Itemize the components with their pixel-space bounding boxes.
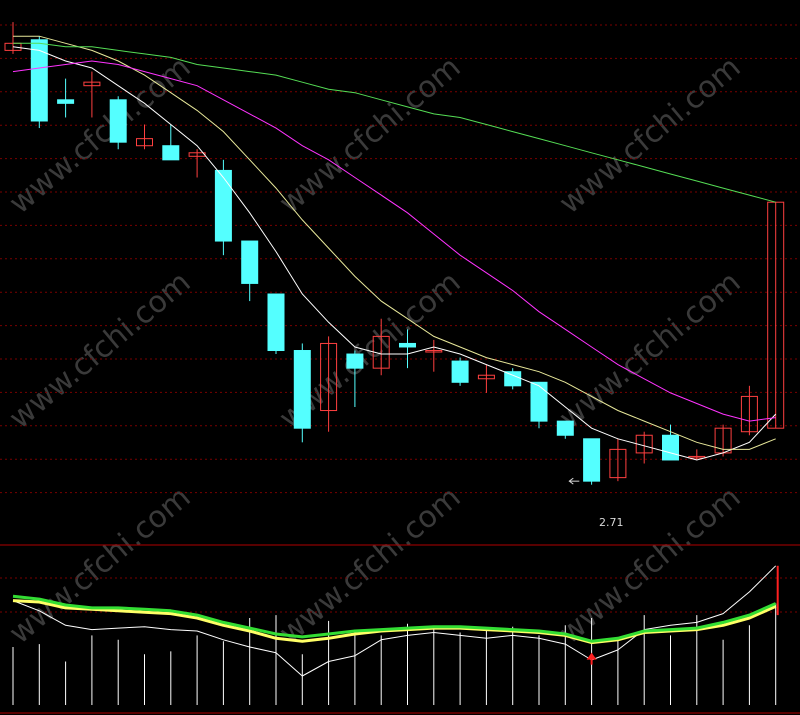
stock-chart: www.cfchi.com www.cfchi.com www.cfchi.com w… bbox=[0, 0, 800, 715]
candle-body bbox=[57, 99, 75, 104]
candle-body bbox=[556, 420, 574, 436]
candle-down bbox=[583, 438, 601, 485]
candle-body bbox=[162, 145, 180, 161]
candle-body bbox=[399, 342, 416, 348]
candle-body bbox=[662, 434, 679, 461]
candle-body bbox=[451, 360, 469, 383]
candle-body bbox=[346, 353, 364, 369]
candle-body bbox=[504, 371, 522, 387]
candle-down bbox=[530, 381, 548, 429]
candle-body bbox=[583, 438, 601, 482]
candle-down bbox=[504, 368, 522, 390]
low-price-label: 2.71 bbox=[599, 516, 624, 529]
candle-body bbox=[267, 293, 285, 352]
candle-body bbox=[214, 169, 232, 242]
candle-body bbox=[241, 240, 259, 284]
candle-down bbox=[109, 96, 127, 150]
candlestick-chart-svg: www.cfchi.com www.cfchi.com www.cfchi.comw… bbox=[0, 0, 800, 715]
candle-down bbox=[293, 343, 311, 443]
candle-down bbox=[214, 159, 232, 256]
candle-body bbox=[109, 99, 127, 143]
candle-body bbox=[30, 39, 48, 122]
candle-body bbox=[530, 381, 548, 422]
candle-down bbox=[267, 293, 285, 355]
candle-body bbox=[293, 350, 311, 429]
candle-down bbox=[451, 357, 469, 386]
